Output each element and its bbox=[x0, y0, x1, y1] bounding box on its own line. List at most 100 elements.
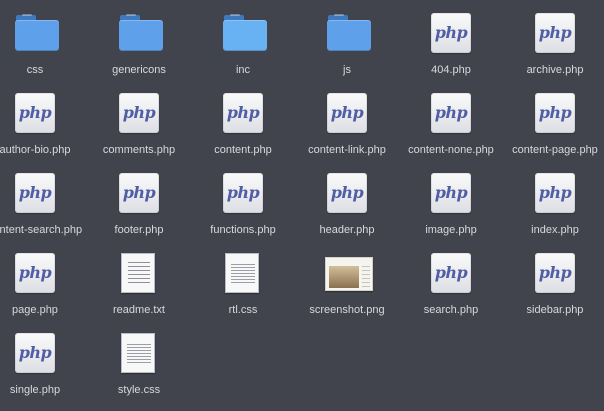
file-item-readme-txt[interactable]: readme.txt bbox=[87, 240, 191, 320]
php-badge: php bbox=[119, 173, 159, 213]
file-name: genericons bbox=[112, 64, 166, 76]
folder-icon bbox=[223, 13, 267, 53]
php-file-icon: php bbox=[431, 93, 471, 133]
php-file-icon: php bbox=[119, 93, 159, 133]
folder-tab bbox=[230, 14, 240, 16]
files-grid: css genericons inc js php 404.php php archive.p… bbox=[0, 0, 604, 400]
text-document-graphic bbox=[121, 253, 155, 293]
file-name: content-search.php bbox=[0, 224, 83, 236]
php-file-icon: php bbox=[431, 253, 471, 293]
php-badge: php bbox=[15, 93, 55, 133]
php-file-icon: php bbox=[535, 93, 575, 133]
file-name: readme.txt bbox=[113, 304, 165, 316]
php-file-icon: php bbox=[431, 13, 471, 53]
file-item-content-link-php[interactable]: php content-link.php bbox=[295, 80, 399, 160]
file-item-single-php[interactable]: php single.php bbox=[0, 320, 87, 400]
file-item-header-php[interactable]: php header.php bbox=[295, 160, 399, 240]
php-file-icon: php bbox=[15, 253, 55, 293]
php-badge: php bbox=[223, 93, 263, 133]
file-item-archive-php[interactable]: php archive.php bbox=[503, 0, 604, 80]
php-badge: php bbox=[535, 13, 575, 53]
folder-tab bbox=[22, 14, 32, 16]
file-name: image.php bbox=[425, 224, 477, 236]
file-name: author-bio.php bbox=[0, 144, 71, 156]
file-name: css bbox=[26, 64, 44, 76]
php-file-icon: php bbox=[535, 13, 575, 53]
file-name: functions.php bbox=[210, 224, 276, 236]
php-file-icon: php bbox=[327, 173, 367, 213]
folder-icon bbox=[119, 13, 163, 53]
folder-body bbox=[119, 20, 163, 51]
file-name: 404.php bbox=[431, 64, 471, 76]
file-item-author-bio-php[interactable]: php author-bio.php bbox=[0, 80, 87, 160]
php-badge: php bbox=[15, 173, 55, 213]
php-badge: php bbox=[431, 173, 471, 213]
file-item-content-php[interactable]: php content.php bbox=[191, 80, 295, 160]
php-badge: php bbox=[327, 173, 367, 213]
php-file-icon: php bbox=[119, 173, 159, 213]
folder-body bbox=[327, 20, 371, 51]
file-item-style-css[interactable]: style.css bbox=[87, 320, 191, 400]
file-item-css[interactable]: css bbox=[0, 0, 87, 80]
php-file-icon: php bbox=[223, 173, 263, 213]
file-item-rtl-css[interactable]: rtl.css bbox=[191, 240, 295, 320]
file-name: style.css bbox=[117, 384, 161, 396]
file-name: screenshot.png bbox=[309, 304, 385, 316]
file-item-content-search-php[interactable]: php content-search.php bbox=[0, 160, 87, 240]
php-file-icon: php bbox=[431, 173, 471, 213]
file-item-js[interactable]: js bbox=[295, 0, 399, 80]
php-file-icon: php bbox=[223, 93, 263, 133]
file-item-functions-php[interactable]: php functions.php bbox=[191, 160, 295, 240]
file-name: archive.php bbox=[526, 64, 584, 76]
php-badge: php bbox=[223, 173, 263, 213]
php-badge: php bbox=[15, 253, 55, 293]
php-badge: php bbox=[535, 173, 575, 213]
file-item-404-php[interactable]: php 404.php bbox=[399, 0, 503, 80]
file-item-page-php[interactable]: php page.php bbox=[0, 240, 87, 320]
php-badge: php bbox=[431, 93, 471, 133]
file-name: search.php bbox=[423, 304, 479, 316]
file-name: content-page.php bbox=[512, 144, 598, 156]
file-item-content-page-php[interactable]: php content-page.php bbox=[503, 80, 604, 160]
folder-icon bbox=[327, 13, 371, 53]
file-item-screenshot-png[interactable]: screenshot.png bbox=[295, 240, 399, 320]
php-badge: php bbox=[15, 333, 55, 373]
file-name: sidebar.php bbox=[526, 304, 584, 316]
folder-body bbox=[15, 20, 59, 51]
file-item-content-none-php[interactable]: php content-none.php bbox=[399, 80, 503, 160]
php-badge: php bbox=[535, 253, 575, 293]
file-name: content-link.php bbox=[308, 144, 386, 156]
css-document-icon bbox=[119, 333, 159, 373]
screenshot-thumbnail bbox=[325, 257, 373, 291]
php-file-icon: php bbox=[15, 333, 55, 373]
php-file-icon: php bbox=[535, 253, 575, 293]
folder-icon bbox=[15, 13, 59, 53]
file-name: header.php bbox=[319, 224, 375, 236]
php-file-icon: php bbox=[327, 93, 367, 133]
php-file-icon: php bbox=[535, 173, 575, 213]
file-item-image-php[interactable]: php image.php bbox=[399, 160, 503, 240]
file-name: footer.php bbox=[114, 224, 164, 236]
file-name: index.php bbox=[531, 224, 579, 236]
folder-body bbox=[223, 20, 267, 51]
file-name: inc bbox=[235, 64, 251, 76]
css-document-graphic bbox=[121, 333, 155, 373]
php-file-icon: php bbox=[15, 173, 55, 213]
file-item-inc[interactable]: inc bbox=[191, 0, 295, 80]
php-file-icon: php bbox=[15, 93, 55, 133]
image-thumbnail-icon bbox=[325, 253, 373, 293]
css-document-icon bbox=[223, 253, 263, 293]
file-item-index-php[interactable]: php index.php bbox=[503, 160, 604, 240]
php-badge: php bbox=[119, 93, 159, 133]
php-badge: php bbox=[431, 253, 471, 293]
file-item-footer-php[interactable]: php footer.php bbox=[87, 160, 191, 240]
file-item-search-php[interactable]: php search.php bbox=[399, 240, 503, 320]
css-document-graphic bbox=[225, 253, 259, 293]
file-name: content.php bbox=[214, 144, 272, 156]
php-badge: php bbox=[431, 13, 471, 53]
file-item-comments-php[interactable]: php comments.php bbox=[87, 80, 191, 160]
file-item-sidebar-php[interactable]: php sidebar.php bbox=[503, 240, 604, 320]
file-name: comments.php bbox=[102, 144, 176, 156]
file-item-genericons[interactable]: genericons bbox=[87, 0, 191, 80]
php-badge: php bbox=[535, 93, 575, 133]
